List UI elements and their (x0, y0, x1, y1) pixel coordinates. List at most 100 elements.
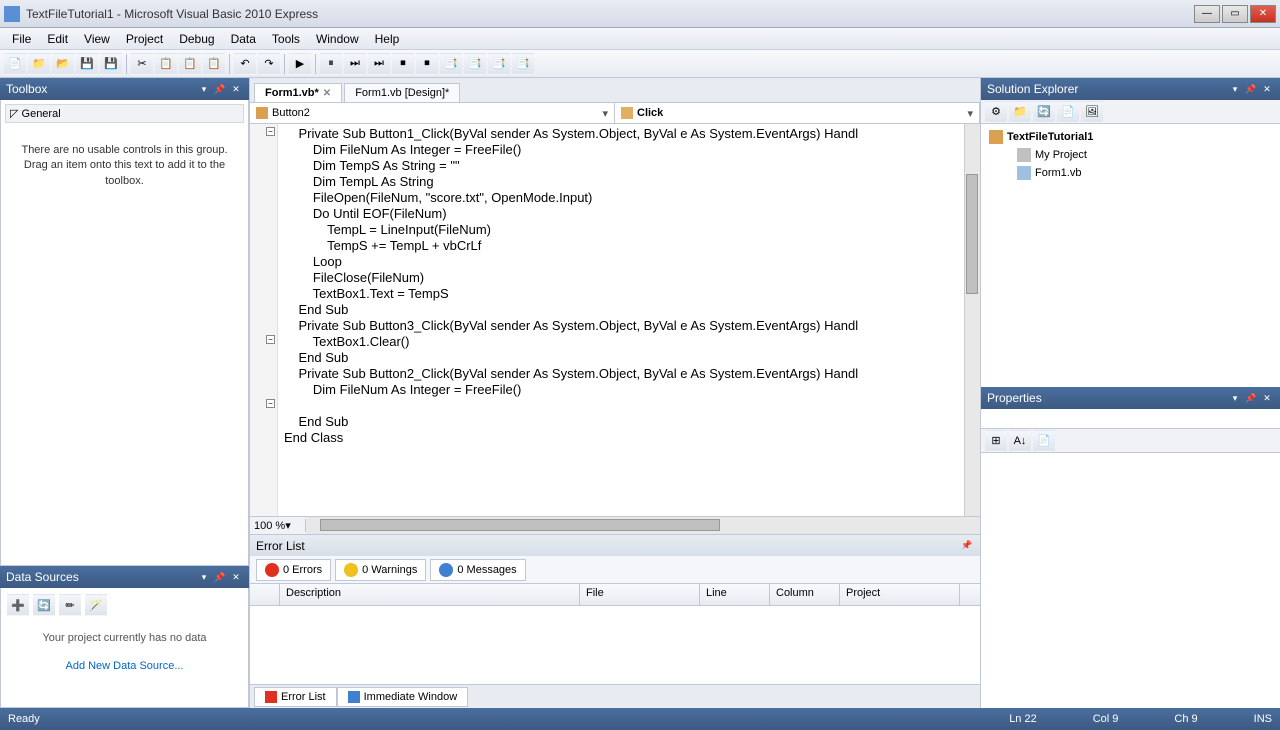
toolbox-dropdown-icon[interactable]: ▾ (197, 82, 211, 96)
method-icon (621, 107, 633, 119)
toolbar-button-17[interactable]: 📑 (440, 53, 462, 75)
menu-data[interactable]: Data (223, 30, 264, 48)
fold-icon[interactable]: − (266, 335, 275, 344)
menu-debug[interactable]: Debug (171, 30, 222, 48)
toolbar-button-18[interactable]: 📑 (464, 53, 486, 75)
datasources-title: Data Sources (6, 570, 79, 584)
tab-close-icon[interactable]: ✕ (323, 88, 331, 99)
menu-window[interactable]: Window (308, 30, 367, 48)
properties-object-combo[interactable] (981, 409, 1280, 429)
ds-refresh-icon[interactable]: 🔄 (33, 594, 55, 616)
toolbar-button-13[interactable]: ⏭ (344, 53, 366, 75)
code-lines[interactable]: Private Sub Button1_Click(ByVal sender A… (284, 126, 858, 446)
toolbar-button-6[interactable]: 📋 (155, 53, 177, 75)
menu-project[interactable]: Project (118, 30, 171, 48)
se-properties-icon[interactable]: ⚙ (985, 101, 1007, 123)
toolbar-button-10[interactable]: ↷ (258, 53, 280, 75)
toolbar-button-2[interactable]: 📂 (52, 53, 74, 75)
menu-file[interactable]: File (4, 30, 39, 48)
toolbar-button-9[interactable]: ↶ (234, 53, 256, 75)
prop-categorized-icon[interactable]: ⊞ (985, 430, 1007, 452)
messages-tab[interactable]: 0 Messages (430, 559, 525, 581)
toolbar-button-3[interactable]: 💾 (76, 53, 98, 75)
toolbar-button-15[interactable]: ⏹ (392, 53, 414, 75)
add-datasource-link[interactable]: Add New Data Source... (5, 660, 244, 672)
errcol-Column[interactable]: Column (770, 584, 840, 605)
status-line: Ln 22 (1009, 713, 1037, 725)
toolbar-button-5[interactable]: ✂ (131, 53, 153, 75)
toolbar-button-7[interactable]: 📋 (179, 53, 201, 75)
se-close-icon[interactable]: ✕ (1260, 82, 1274, 96)
prop-pages-icon[interactable]: 📄 (1033, 430, 1055, 452)
toolbox-body: ◸ General There are no usable controls i… (0, 100, 249, 566)
toolbar-button-8[interactable]: 📋 (203, 53, 225, 75)
ds-dropdown-icon[interactable]: ▾ (197, 570, 211, 584)
errcol-File[interactable]: File (580, 584, 700, 605)
prop-close-icon[interactable]: ✕ (1260, 391, 1274, 405)
properties-header: Properties ▾ 📌 ✕ (981, 387, 1280, 409)
menu-help[interactable]: Help (367, 30, 408, 48)
ds-add-icon[interactable]: ➕ (7, 594, 29, 616)
bottom-tab-error-list[interactable]: Error List (254, 687, 337, 707)
se-showall-icon[interactable]: 📁 (1009, 101, 1031, 123)
errcol-icon[interactable] (250, 584, 280, 605)
fold-icon[interactable]: − (266, 399, 275, 408)
errcol-Description[interactable]: Description (280, 584, 580, 605)
document-tab[interactable]: Form1.vb [Design]* (344, 83, 460, 102)
fold-icon[interactable]: − (266, 127, 275, 136)
toolbox-close-icon[interactable]: ✕ (229, 82, 243, 96)
hscroll-thumb[interactable] (320, 519, 720, 531)
menu-edit[interactable]: Edit (39, 30, 76, 48)
bottom-tab-immediate-window[interactable]: Immediate Window (337, 687, 469, 707)
vertical-scrollbar[interactable] (964, 124, 980, 516)
tree-item-form1[interactable]: Form1.vb (985, 164, 1276, 182)
datasources-header: Data Sources ▾ 📌 ✕ (0, 566, 249, 588)
errors-tab[interactable]: 0 Errors (256, 559, 331, 581)
se-pin-icon[interactable]: 📌 (1244, 82, 1258, 96)
toolbar-button-20[interactable]: 📑 (512, 53, 534, 75)
errlist-pin-icon[interactable]: 📌 (960, 539, 974, 553)
toolbar-button-0[interactable]: 📄 (4, 53, 26, 75)
prop-pin-icon[interactable]: 📌 (1244, 391, 1258, 405)
warnings-tab[interactable]: 0 Warnings (335, 559, 426, 581)
class-combo[interactable]: Button2 (250, 103, 615, 123)
se-viewcode-icon[interactable]: 📄 (1057, 101, 1079, 123)
toolbar-button-19[interactable]: 📑 (488, 53, 510, 75)
prop-alpha-icon[interactable]: A↓ (1009, 430, 1031, 452)
solution-tree[interactable]: TextFileTutorial1 My Project Form1.vb (981, 124, 1280, 387)
tree-item-myproject[interactable]: My Project (985, 146, 1276, 164)
se-viewdesigner-icon[interactable]: 🖼 (1081, 101, 1103, 123)
ds-pin-icon[interactable]: 📌 (213, 570, 227, 584)
menu-tools[interactable]: Tools (264, 30, 308, 48)
errcol-Project[interactable]: Project (840, 584, 960, 605)
toolbox-category-general[interactable]: ◸ General (5, 104, 244, 123)
ds-edit-icon[interactable]: ✏ (59, 594, 81, 616)
close-button[interactable]: ✕ (1250, 5, 1276, 23)
toolbar-button-11[interactable]: ▶ (289, 53, 311, 75)
maximize-button[interactable]: ▭ (1222, 5, 1248, 23)
toolbar-button-14[interactable]: ⏭ (368, 53, 390, 75)
document-tab[interactable]: Form1.vb*✕ (254, 83, 342, 102)
zoom-combo[interactable]: 100 % ▾ (250, 519, 306, 532)
properties-grid[interactable] (981, 453, 1280, 708)
errcol-Line[interactable]: Line (700, 584, 770, 605)
menu-view[interactable]: View (76, 30, 118, 48)
ds-wizard-icon[interactable]: 🪄 (85, 594, 107, 616)
toolbar-button-4[interactable]: 💾 (100, 53, 122, 75)
ds-close-icon[interactable]: ✕ (229, 570, 243, 584)
horizontal-scrollbar[interactable] (306, 517, 980, 534)
toolbox-pin-icon[interactable]: 📌 (213, 82, 227, 96)
toolbar-button-12[interactable]: ⏸ (320, 53, 342, 75)
method-combo[interactable]: Click (615, 103, 980, 123)
prop-dropdown-icon[interactable]: ▾ (1228, 391, 1242, 405)
toolbar-button-1[interactable]: 📁 (28, 53, 50, 75)
solution-root[interactable]: TextFileTutorial1 (985, 128, 1276, 146)
toolbar-button-16[interactable]: ⏹ (416, 53, 438, 75)
se-dropdown-icon[interactable]: ▾ (1228, 82, 1242, 96)
se-refresh-icon[interactable]: 🔄 (1033, 101, 1055, 123)
errorlist-grid[interactable]: DescriptionFileLineColumnProject (250, 584, 980, 684)
scroll-thumb[interactable] (966, 174, 978, 294)
code-editor[interactable]: − − − Private Sub Button1_Click(ByVal se… (250, 124, 980, 516)
errorlist-title: Error List (256, 539, 305, 553)
minimize-button[interactable]: — (1194, 5, 1220, 23)
